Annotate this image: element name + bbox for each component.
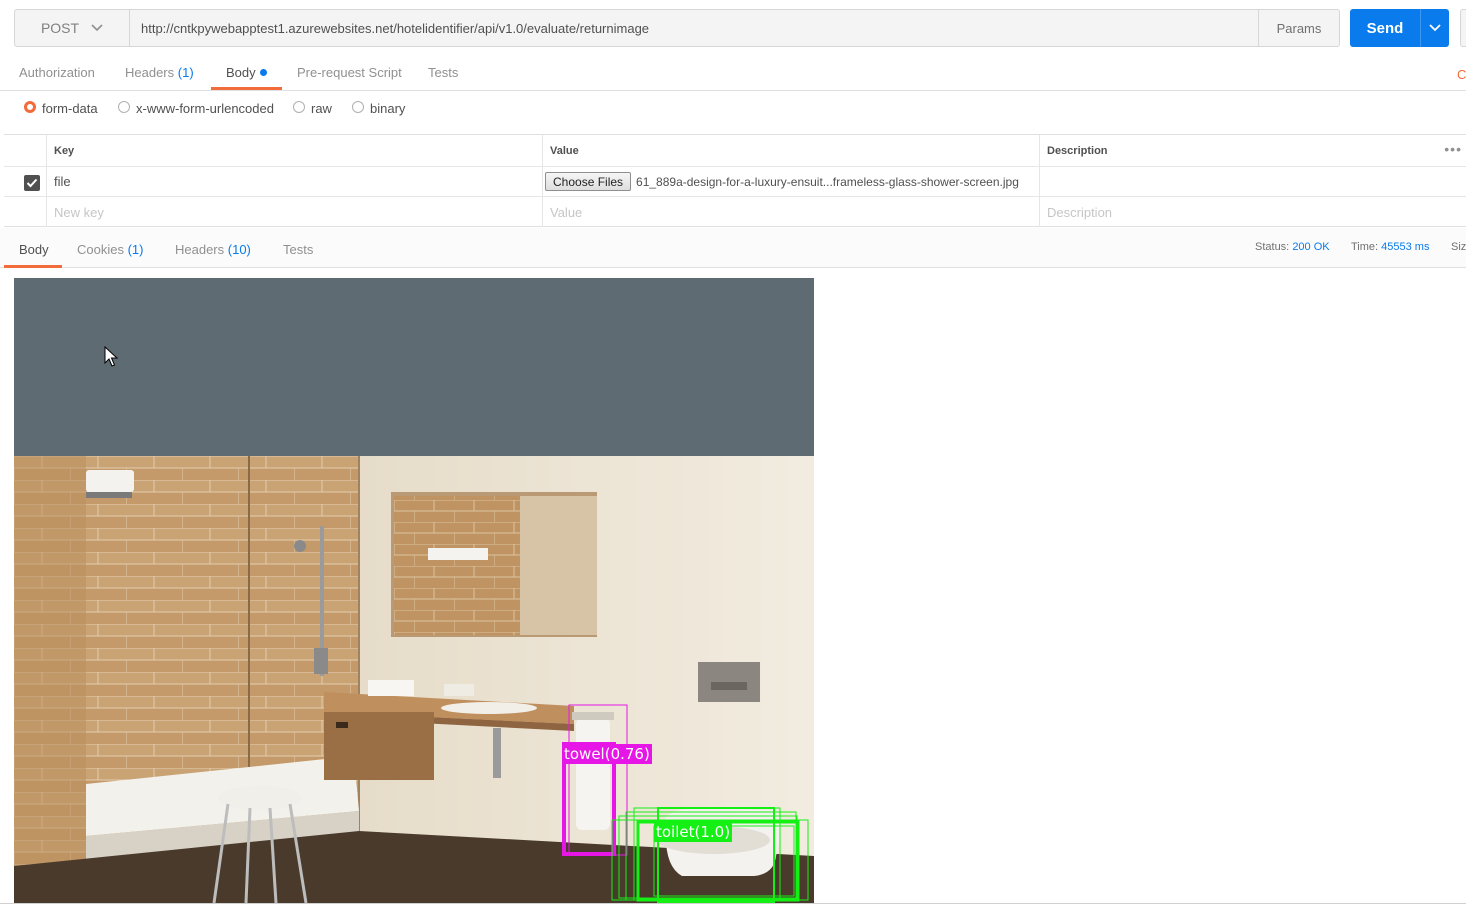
row-enabled-checkbox[interactable]	[24, 175, 40, 191]
table-row-new: New key Value Description	[4, 197, 1466, 227]
tab-headers-label: Headers	[125, 65, 175, 80]
save-button-edge[interactable]	[1460, 9, 1466, 47]
status-value: 200 OK	[1292, 241, 1330, 253]
send-button[interactable]: Send	[1350, 9, 1420, 47]
method-label: POST	[40, 20, 80, 36]
column-header-description: Description	[1039, 135, 1439, 166]
tab-response-headers-label: Headers	[175, 242, 225, 257]
radio-raw[interactable]: raw	[293, 100, 332, 116]
tab-cookies-label: Cookies	[77, 242, 124, 257]
tab-authorization[interactable]: Authorization	[19, 65, 95, 80]
radio-binary[interactable]: binary	[352, 100, 406, 116]
column-header-key: Key	[46, 135, 542, 166]
modified-dot-icon	[259, 69, 267, 76]
time-label: Time:	[1351, 241, 1379, 253]
cookies-link[interactable]: Co	[1457, 67, 1466, 82]
description-input[interactable]	[1039, 167, 1466, 196]
active-tab-indicator	[4, 265, 62, 268]
chevron-down-icon	[1429, 24, 1441, 32]
radio-raw-label: raw	[311, 101, 332, 116]
tab-headers[interactable]: Headers (1)	[125, 65, 194, 80]
checkmark-icon	[26, 178, 38, 188]
tab-cookies-count: (1)	[127, 242, 144, 257]
radio-unchecked-icon	[118, 100, 130, 113]
table-row: file Choose Files 61_889a-design-for-a-l…	[4, 167, 1466, 197]
image-background-band	[14, 278, 814, 456]
method-select[interactable]: POST	[14, 9, 130, 47]
time-readout: Time: 45553 ms	[1351, 241, 1429, 253]
column-header-value: Value	[542, 135, 1039, 166]
time-value: 45553 ms	[1381, 241, 1430, 253]
table-header-row: Key Value Description •••	[4, 135, 1466, 167]
url-text: http://cntkpywebapptest1.azurewebsites.n…	[141, 20, 650, 36]
request-tabs: Authorization Headers (1) Body Pre-reque…	[0, 56, 1466, 91]
file-name-text: 61_889a-design-for-a-luxury-ensuit...fra…	[636, 174, 1019, 189]
params-button[interactable]: Params	[1258, 9, 1340, 47]
toilet-detection-label: toilet(1.0)	[654, 822, 733, 842]
status-readout: Status: 200 OK	[1255, 241, 1330, 253]
tab-headers-count: (1)	[177, 65, 194, 80]
tab-response-cookies[interactable]: Cookies (1)	[77, 242, 143, 257]
tab-response-body[interactable]: Body	[19, 242, 49, 257]
radio-unchecked-icon	[293, 100, 305, 113]
radio-urlencoded-label: x-www-form-urlencoded	[136, 101, 274, 116]
tab-body[interactable]: Body	[226, 65, 267, 80]
tab-prerequest-script[interactable]: Pre-request Script	[297, 65, 402, 80]
active-tab-indicator	[211, 87, 282, 90]
radio-binary-label: binary	[370, 101, 406, 116]
chevron-down-icon	[91, 24, 103, 32]
size-label: Siz	[1451, 241, 1466, 253]
radio-form-data[interactable]: form-data	[24, 100, 98, 116]
radio-checked-icon	[24, 100, 36, 113]
status-label: Status:	[1255, 241, 1290, 253]
value-cell: Choose Files 61_889a-design-for-a-luxury…	[542, 167, 1039, 196]
new-key-input[interactable]: New key	[46, 197, 542, 227]
tab-body-label: Body	[226, 65, 256, 80]
radio-form-data-label: form-data	[42, 101, 98, 116]
key-input[interactable]: file	[46, 167, 542, 196]
mouse-cursor-icon	[104, 346, 118, 367]
send-options-button[interactable]	[1420, 9, 1449, 47]
new-value-input[interactable]: Value	[542, 197, 1039, 227]
towel-detection-label: towel(0.76)	[562, 744, 652, 764]
tab-tests[interactable]: Tests	[428, 65, 458, 80]
tab-response-headers[interactable]: Headers (10)	[175, 242, 251, 257]
tab-response-headers-count: (10)	[227, 242, 251, 257]
radio-unchecked-icon	[352, 100, 364, 113]
url-input[interactable]: http://cntkpywebapptest1.azurewebsites.n…	[130, 9, 1259, 47]
response-image: towel(0.76) toilet(1.0)	[14, 278, 814, 903]
choose-files-button[interactable]: Choose Files	[545, 172, 632, 191]
more-options-icon[interactable]: •••	[1444, 142, 1462, 156]
response-tabs: Body Cookies (1) Headers (10) Tests	[0, 228, 1466, 268]
bottom-divider	[0, 903, 1466, 904]
form-data-table: Key Value Description ••• file Choose Fi…	[4, 134, 1466, 227]
tab-response-tests[interactable]: Tests	[283, 242, 313, 257]
new-description-input[interactable]: Description	[1039, 197, 1466, 227]
radio-urlencoded[interactable]: x-www-form-urlencoded	[118, 100, 274, 116]
